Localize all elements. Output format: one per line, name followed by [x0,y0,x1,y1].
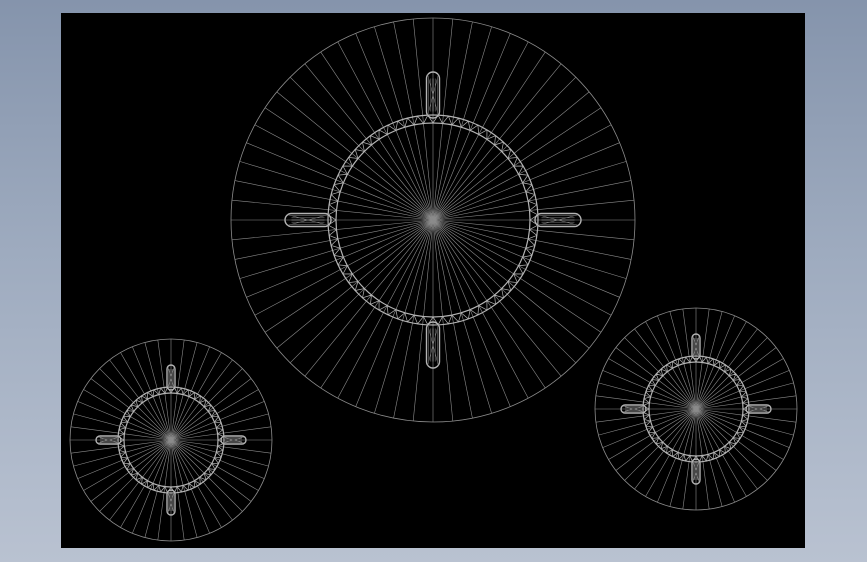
spoke-line [246,142,434,221]
spoke-line [254,124,434,221]
spoke-line [432,219,590,349]
spoke-line [695,408,784,460]
spoke-line [83,389,172,441]
spoke-line [246,219,434,298]
spoke-line [99,368,172,441]
spoke-line [695,321,747,410]
spoke-line [355,219,434,407]
handle-peg [425,71,441,119]
spoke-line [645,321,697,410]
spoke-line [99,439,172,512]
spoke-line [170,352,222,441]
spoke-line [598,382,697,410]
handle-peg [284,212,332,228]
spoke-line [432,219,620,298]
spoke-line [432,33,511,221]
spoke-line [608,408,697,460]
spoke-line [120,439,172,528]
spoke-line [170,389,259,441]
spoke-line [276,219,434,349]
spoke-line [304,63,434,221]
spoke-line [144,342,172,441]
spoke-line [170,439,198,538]
spoke-line [432,91,590,221]
spoke-line [170,439,222,528]
small-wheel-left [69,338,273,542]
large-wheel [230,17,636,423]
spoke-line [304,219,434,377]
spoke-line [432,219,511,407]
spoke-line [432,219,529,399]
spoke-line [170,439,259,491]
spoke-line [608,358,697,410]
spoke-line [624,337,697,410]
spoke-line [432,124,612,221]
spoke-line [695,408,794,436]
spoke-line [695,311,723,410]
spoke-line [624,408,697,481]
spoke-line [170,439,269,467]
spoke-line [598,408,697,436]
spoke-line [83,439,172,491]
spoke-line [170,368,243,441]
spoke-line [337,219,434,399]
spoke-line [170,342,198,441]
spoke-line [695,358,784,410]
wireframe-scene [69,17,798,542]
cad-viewport[interactable] [61,13,805,548]
spoke-line [695,337,768,410]
spoke-line [669,408,697,507]
spoke-line [144,439,172,538]
spoke-line [432,63,562,221]
handle-peg [534,212,582,228]
spoke-line [170,413,269,441]
spoke-line [695,408,768,481]
spoke-line [645,408,697,497]
spoke-line [432,219,562,377]
spoke-line [276,91,434,221]
spoke-line [254,219,434,316]
spoke-line [669,311,697,410]
handle-peg [425,321,441,369]
small-wheel-right [594,307,798,511]
spoke-line [432,219,612,316]
spoke-line [695,408,747,497]
spoke-line [432,142,620,221]
spoke-line [432,41,529,221]
spoke-line [695,408,723,507]
spoke-line [73,413,172,441]
spoke-line [337,41,434,221]
spoke-line [73,439,172,467]
spoke-line [170,439,243,512]
spoke-line [355,33,434,221]
spoke-line [695,382,794,410]
spoke-line [120,352,172,441]
